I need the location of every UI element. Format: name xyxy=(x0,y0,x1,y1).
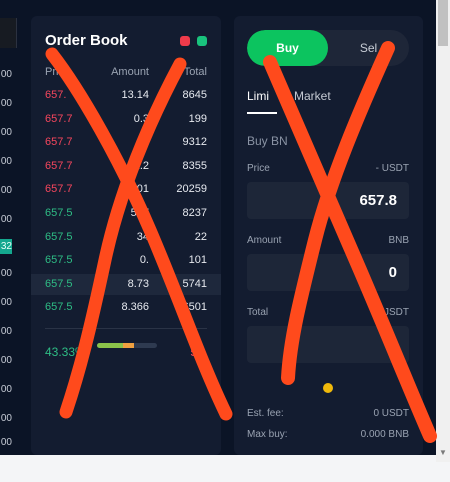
order-book-row[interactable]: 657.7 14 9312 xyxy=(31,132,221,153)
row-total: 8355 xyxy=(182,159,207,172)
row-price: 657.5 xyxy=(45,230,73,243)
row-total: 20259 xyxy=(176,183,207,196)
order-book-row[interactable]: 657.5 0. 101 xyxy=(31,250,221,271)
est-fee-value: 0 USDT xyxy=(373,408,409,419)
left-column-number: 00 xyxy=(0,69,12,80)
scrollbar-thumb[interactable] xyxy=(438,0,448,46)
price-unit: - USDT xyxy=(375,163,409,174)
ratio-bar-buy-fill xyxy=(97,343,123,348)
row-price: 657.5 xyxy=(45,207,73,219)
order-book-row[interactable]: 657. 13.14 8645 xyxy=(31,85,221,106)
amount-field[interactable]: 0 xyxy=(247,254,409,291)
left-column-number: 00 xyxy=(0,268,12,279)
left-column-number: 00 xyxy=(0,355,12,366)
amount-label: Amount xyxy=(247,235,282,246)
header-total: Total xyxy=(183,66,207,78)
left-column-number: 00 xyxy=(0,326,12,337)
left-column-number: 00 xyxy=(0,185,12,196)
left-panel-header xyxy=(0,18,17,48)
left-column-number: 00 xyxy=(0,156,12,167)
tab-market[interactable]: Market xyxy=(294,89,331,103)
row-amount: 13.14 xyxy=(121,89,149,101)
amount-unit: BNB xyxy=(388,235,409,246)
page-scrollbar[interactable]: ▼ xyxy=(436,0,450,462)
order-book-row[interactable]: 657.5 527 8237 xyxy=(31,203,221,224)
buy-sell-ratio-bar xyxy=(97,343,157,348)
tab-limit-underline xyxy=(247,112,277,114)
row-price: 657.7 xyxy=(45,183,73,196)
left-column-number: 00 xyxy=(0,413,12,424)
left-column-number: 00 xyxy=(0,98,12,109)
sell-button[interactable]: Sel xyxy=(328,30,409,66)
row-amount: 14 xyxy=(136,136,149,149)
row-amount: 8.366 xyxy=(121,301,149,314)
order-book-row[interactable]: 657.5 8.73 5741 xyxy=(31,273,221,295)
row-amount: 12.2 xyxy=(127,159,149,172)
row-amount: 0. xyxy=(139,254,149,267)
order-book-row[interactable]: 657.7 12.2 8355 xyxy=(31,156,221,177)
left-column-number: 00 xyxy=(0,127,12,138)
exchange-view: 00 00 00 00 00 00 00 00 00 00 00 00 00 32 Order Book… xyxy=(0,0,450,455)
row-total: 8237 xyxy=(182,207,207,219)
left-highlight-value: 32 xyxy=(0,239,12,254)
left-column-number: 00 xyxy=(0,214,12,225)
row-price: 657.7 xyxy=(45,159,73,172)
buy-view-toggle-icon[interactable] xyxy=(197,36,207,46)
sell-ratio-percent: 56. xyxy=(190,345,207,359)
row-total: 8645 xyxy=(182,89,207,101)
row-total: 6501 xyxy=(182,301,207,314)
buy-button[interactable]: Buy xyxy=(247,30,328,66)
total-field[interactable] xyxy=(247,326,409,363)
row-amount: 01 xyxy=(136,183,149,196)
ratio-bar-mid-fill xyxy=(122,343,135,348)
order-book-row[interactable]: 657.7 01 20259 xyxy=(31,179,221,200)
order-book-panel: Order Book Price Amount Total 657. 13.14 8… xyxy=(31,16,221,455)
buy-ratio-percent: 43.33% xyxy=(45,345,86,359)
price-field[interactable]: 657.8 xyxy=(247,182,409,219)
amount-value: 0 xyxy=(388,264,397,281)
est-fee-label: Est. fee: xyxy=(247,408,284,419)
trade-panel: Buy Sel Limi Market Buy BN Price - USDT … xyxy=(234,16,423,455)
row-amount: 527 xyxy=(130,207,149,219)
order-book-row[interactable]: 657.5 34 22 xyxy=(31,227,221,248)
total-label: Total xyxy=(247,307,269,318)
left-column-number: 00 xyxy=(0,384,12,395)
order-book-row[interactable]: 657.7 0.3 199 xyxy=(31,109,221,130)
left-column-number: 00 xyxy=(0,437,12,448)
header-price: Price xyxy=(45,66,71,78)
row-total: 199 xyxy=(188,112,207,125)
total-unit: JSDT xyxy=(384,307,409,318)
app-window: 00 00 00 00 00 00 00 00 00 00 00 00 00 32 Order Book… xyxy=(0,0,450,482)
row-total: 22 xyxy=(194,230,207,243)
sell-view-toggle-icon[interactable] xyxy=(180,36,190,46)
left-column-number: 00 xyxy=(0,297,12,308)
row-price: 657.5 xyxy=(45,277,73,290)
max-buy-value: 0.000 BNB xyxy=(360,429,409,440)
price-label: Price xyxy=(247,163,270,174)
row-price: 657.5 xyxy=(45,301,73,314)
max-buy-label: Max buy: xyxy=(247,429,288,440)
tab-limit[interactable]: Limi xyxy=(247,89,269,103)
header-amount: Amount xyxy=(111,66,149,78)
row-total: 5741 xyxy=(182,277,207,290)
row-total: 9312 xyxy=(182,136,207,149)
row-amount: 34 xyxy=(136,230,149,243)
row-amount: 0.3 xyxy=(133,112,149,125)
row-price: 657.7 xyxy=(45,136,73,149)
left-clipped-column: 00 00 00 00 00 00 00 00 00 00 00 00 00 32 xyxy=(0,0,20,455)
row-price: 657.5 xyxy=(45,254,73,267)
row-price: 657.7 xyxy=(45,112,73,125)
row-price: 657. xyxy=(45,89,67,101)
row-amount: 8.73 xyxy=(127,277,149,290)
buy-sell-toggle: Buy Sel xyxy=(247,30,409,66)
buy-asset-label: Buy BN xyxy=(247,134,288,148)
row-total: 101 xyxy=(188,254,207,267)
order-book-title: Order Book xyxy=(45,32,128,49)
order-book-divider xyxy=(45,328,207,329)
price-value: 657.8 xyxy=(359,192,397,209)
order-book-row[interactable]: 657.5 8.366 6501 xyxy=(31,297,221,318)
amount-slider-handle[interactable] xyxy=(323,383,333,393)
scroll-down-arrow-icon[interactable]: ▼ xyxy=(439,448,447,457)
